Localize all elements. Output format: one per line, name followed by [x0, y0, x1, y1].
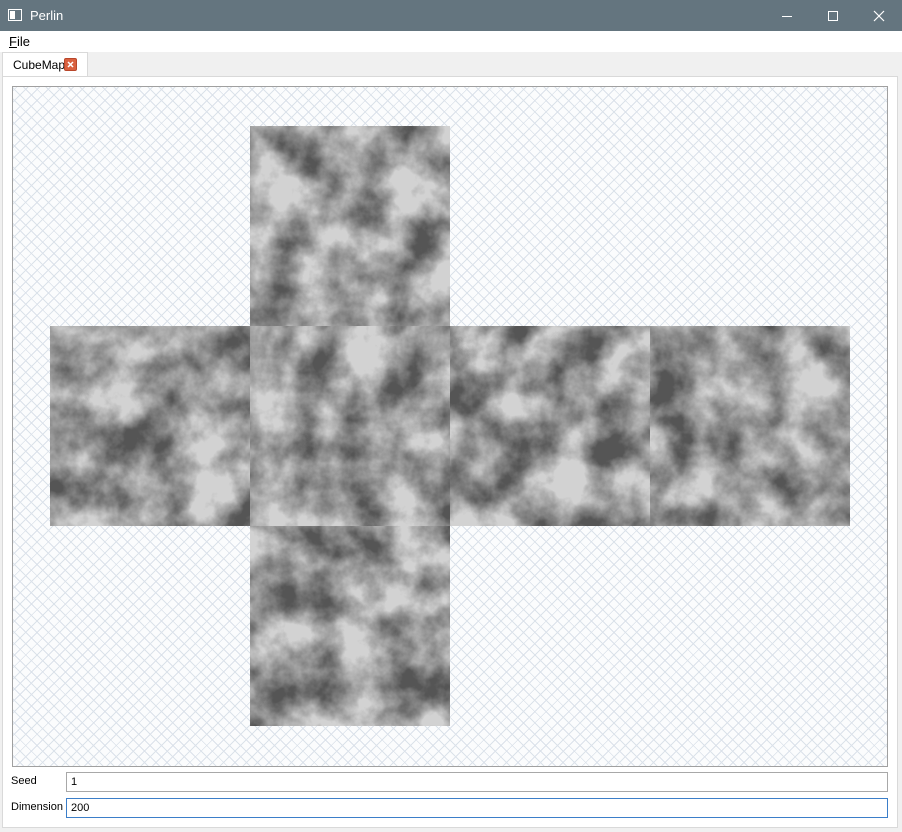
app-window-icon	[8, 9, 22, 21]
cube-face-right	[450, 326, 650, 526]
minimize-icon	[782, 15, 792, 17]
cube-face-top	[250, 126, 450, 326]
tab-cubemap[interactable]: CubeMap	[2, 52, 88, 76]
cube-face-left	[50, 326, 250, 526]
minimize-button[interactable]	[764, 0, 810, 31]
maximize-icon	[828, 10, 838, 21]
cube-face-front	[250, 326, 450, 526]
dimension-input[interactable]	[66, 798, 888, 818]
menu-file[interactable]: File	[9, 34, 30, 49]
cube-face-back	[650, 326, 850, 526]
tab-cubemap-label: CubeMap	[13, 58, 66, 72]
title-bar[interactable]: Perlin	[0, 0, 902, 31]
seed-label: Seed	[11, 775, 37, 787]
menu-bar: File	[0, 31, 902, 52]
close-icon	[873, 10, 885, 21]
close-tab-icon[interactable]	[64, 58, 77, 71]
tab-strip: CubeMap	[0, 52, 902, 76]
maximize-button[interactable]	[810, 0, 856, 31]
close-window-button[interactable]	[856, 0, 902, 31]
cubemap-view[interactable]	[12, 86, 888, 767]
cube-face-bottom	[250, 526, 450, 726]
dimension-label: Dimension	[11, 801, 63, 813]
menu-file-mnemonic: F	[9, 34, 17, 49]
seed-input[interactable]	[66, 772, 888, 792]
menu-file-label: ile	[16, 34, 30, 49]
window-title: Perlin	[30, 8, 64, 23]
